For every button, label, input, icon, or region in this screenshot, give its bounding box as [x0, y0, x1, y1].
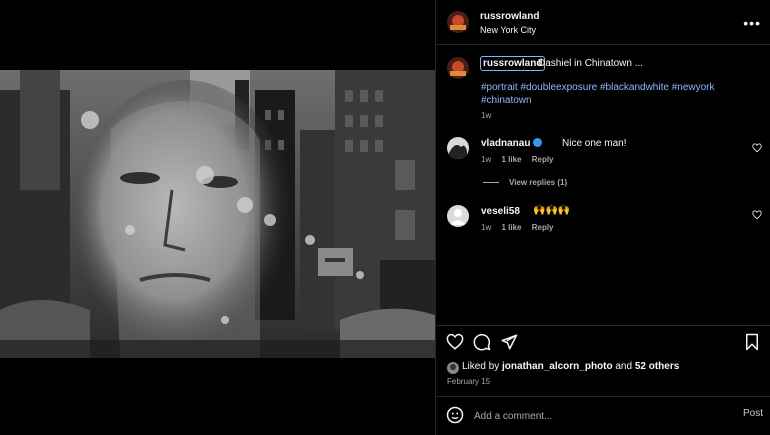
- caption-text: Dashiel in Chinatown ...: [538, 58, 644, 69]
- comment-time[interactable]: 1w: [481, 155, 491, 164]
- liked-by-user[interactable]: jonathan_alcorn_photo: [502, 361, 613, 372]
- comment-meta: 1w 1 like Reply: [481, 223, 562, 232]
- hashtag-link[interactable]: #chinatown: [481, 95, 532, 106]
- add-comment-input[interactable]: [472, 406, 716, 426]
- actions-divider: [436, 325, 770, 326]
- reply-button[interactable]: Reply: [532, 223, 554, 232]
- hashtag-link[interactable]: #newyork: [672, 82, 715, 93]
- double-exposure-portrait-image: [0, 70, 435, 358]
- caption-avatar[interactable]: [447, 57, 469, 79]
- verified-badge-icon: [533, 138, 543, 147]
- author-username[interactable]: russrowland: [480, 11, 539, 22]
- caption-time[interactable]: 1w: [481, 111, 491, 120]
- post-actions-bar: [436, 330, 770, 355]
- replies-line: [483, 182, 499, 184]
- comment-username[interactable]: vladnanau: [481, 138, 545, 149]
- liker-avatar[interactable]: [447, 362, 459, 374]
- comment-likes[interactable]: 1 like: [501, 155, 521, 164]
- comment-username[interactable]: veseli58: [481, 206, 520, 217]
- comment-icon[interactable]: [473, 333, 491, 351]
- likes-summary: Liked by jonathan_alcorn_photo and 52 ot…: [462, 361, 679, 372]
- likes-and-label: and: [615, 361, 633, 372]
- post-location[interactable]: New York City: [480, 25, 536, 35]
- comment-text: 🙌🙌🙌: [533, 205, 571, 216]
- comment-like-heart-icon[interactable]: [752, 210, 762, 220]
- more-options-icon[interactable]: •••: [743, 15, 761, 31]
- smiley-icon[interactable]: [446, 406, 464, 424]
- caption-hashtags: #portrait #doubleexposure #blackandwhite…: [481, 81, 751, 107]
- liked-by-label: Liked by: [462, 361, 500, 372]
- view-replies-button[interactable]: View replies (1): [483, 178, 567, 187]
- commenter-avatar[interactable]: [447, 205, 469, 227]
- author-avatar[interactable]: [447, 11, 469, 33]
- comment-text: Nice one man!: [562, 138, 627, 149]
- comment-time[interactable]: 1w: [481, 223, 491, 232]
- comment-like-heart-icon[interactable]: [752, 143, 762, 153]
- post-date[interactable]: February 15: [447, 377, 490, 386]
- caption-username[interactable]: russrowland: [480, 56, 546, 71]
- commenter-avatar[interactable]: [447, 137, 469, 159]
- hashtag-link[interactable]: #doubleexposure: [520, 82, 597, 93]
- reply-button[interactable]: Reply: [532, 155, 554, 164]
- likes-others[interactable]: 52 others: [635, 361, 679, 372]
- post-header: russrowland New York City •••: [436, 0, 770, 44]
- post-comment-button[interactable]: Post: [743, 408, 763, 419]
- comment-meta: 1w 1 like Reply: [481, 155, 562, 164]
- header-divider: [436, 44, 770, 45]
- post-photo[interactable]: [0, 70, 435, 358]
- post-detail-panel: russrowland New York City ••• russrowlan…: [435, 0, 770, 435]
- bookmark-icon[interactable]: [743, 333, 761, 351]
- send-icon[interactable]: [500, 333, 518, 351]
- heart-icon[interactable]: [446, 333, 464, 351]
- add-comment-box: Post: [436, 397, 770, 435]
- comment-likes[interactable]: 1 like: [501, 223, 521, 232]
- post-media: [0, 0, 435, 435]
- hashtag-link[interactable]: #blackandwhite: [600, 82, 669, 93]
- hashtag-link[interactable]: #portrait: [481, 82, 518, 93]
